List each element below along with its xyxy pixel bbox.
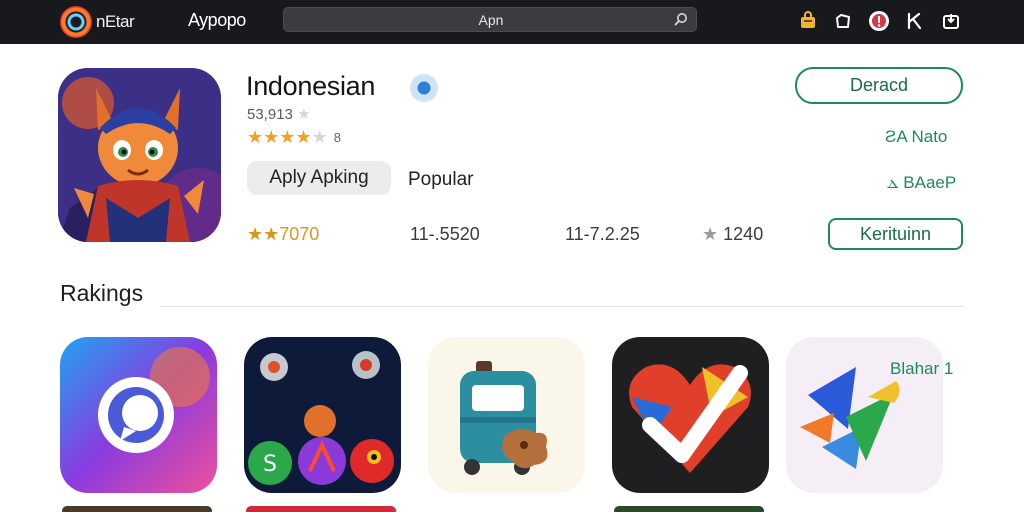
stat-reviews-value: 1240 (723, 224, 764, 244)
next-row-peek (62, 506, 212, 512)
star-filled-icon: ★ (263, 127, 280, 147)
next-row-peek (246, 506, 396, 512)
next-row-peek (614, 506, 764, 512)
rankings-title: Rakings (60, 280, 144, 306)
camera-icon[interactable] (832, 10, 854, 32)
search-bar[interactable] (283, 7, 698, 32)
nav-link-apps[interactable]: Aypopo (188, 10, 246, 31)
stat-reviews: ★ 1240 (702, 224, 763, 245)
search-input[interactable] (284, 8, 698, 31)
star-icon: ★ (297, 106, 311, 123)
stat-downloads: 11-.5520 (410, 224, 480, 244)
svg-text:S: S (263, 452, 277, 477)
download-button[interactable]: Deracd (795, 67, 963, 104)
stat-rating: ★★7070 (247, 224, 320, 244)
rating-count: 8 (333, 130, 341, 145)
more-button[interactable]: Kerituinn (828, 218, 963, 250)
luggage-app-icon[interactable] (428, 337, 585, 493)
rank-label: Blahar 1 (890, 359, 954, 378)
download-icon[interactable] (940, 10, 962, 32)
star-filled-icon: ★ (247, 127, 264, 147)
section-divider (160, 306, 964, 307)
side-link-share[interactable]: ⲇ BAaeP (887, 173, 956, 193)
planets-game-icon[interactable]: S (244, 337, 401, 493)
stat-size: 11-7.2.25 (565, 224, 640, 244)
verified-icon[interactable] (410, 74, 438, 102)
star-empty-icon: ★ (311, 127, 328, 147)
star-icon: ★ (702, 224, 719, 244)
app-title: Indonesian (246, 71, 376, 101)
side-link-note[interactable]: ƧA Nato (885, 127, 947, 147)
star-filled-icon: ★ (295, 127, 312, 147)
star-filled-icon: ★ (279, 127, 296, 147)
chat-app-icon[interactable] (60, 337, 217, 493)
tag-popular[interactable]: Popular (408, 169, 474, 191)
app-subtitle-value: 53,913 (247, 106, 293, 123)
top-bar: nEtar Aypopo (0, 0, 1024, 44)
heart-check-app-icon[interactable] (612, 337, 769, 493)
search-icon[interactable] (674, 12, 688, 26)
brand-logo-icon (60, 6, 92, 38)
app-subtitle: 53,913 ★ (247, 105, 311, 123)
user-icon[interactable] (904, 10, 926, 32)
brand[interactable]: nEtar (60, 6, 135, 38)
category-chip[interactable]: Aply Apking (247, 161, 391, 195)
bag-icon[interactable] (797, 10, 819, 32)
notification-icon[interactable] (868, 10, 890, 32)
rating-stars: ★ ★ ★ ★ ★ 8 (247, 127, 341, 148)
brand-name: nEtar (96, 12, 135, 31)
app-icon (58, 68, 221, 242)
